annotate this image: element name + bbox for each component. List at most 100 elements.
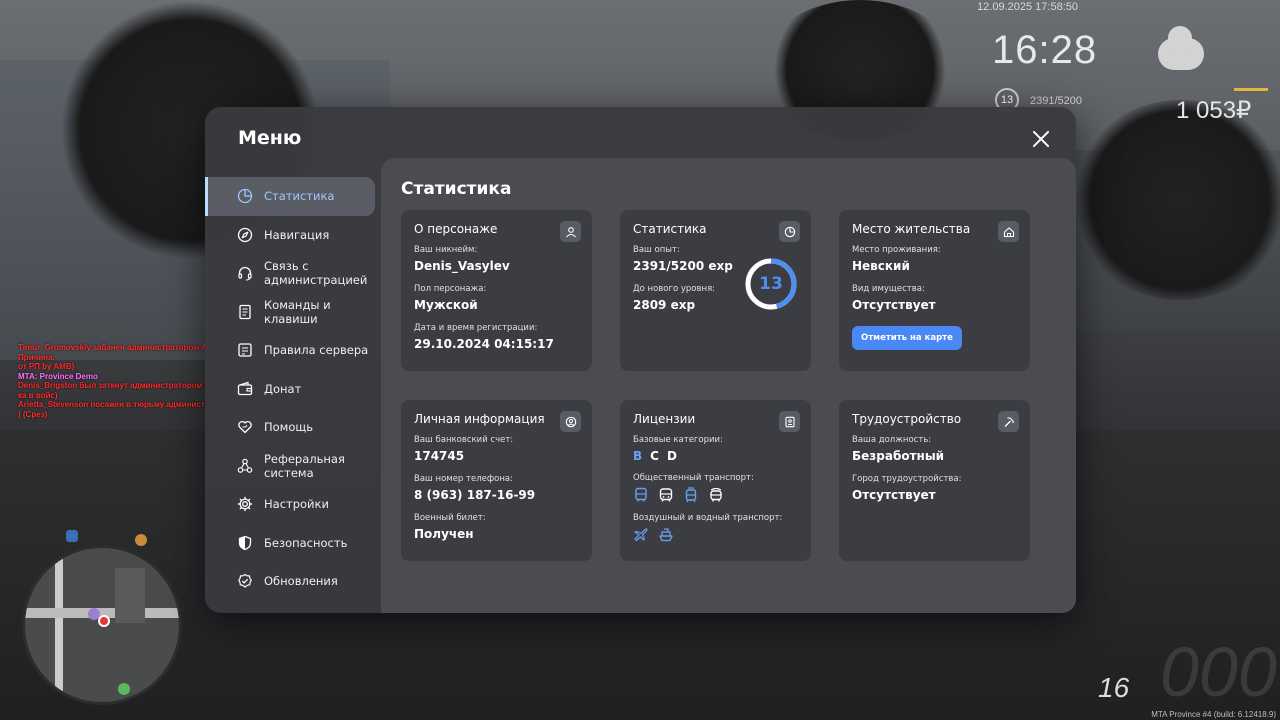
field-label: Военный билет: — [414, 513, 486, 523]
content-panel: Статистика О персонаже Ваш никнейм: Denis… — [381, 158, 1076, 613]
field-value: Отсутствует — [852, 298, 936, 312]
shield-icon — [237, 535, 253, 551]
sidebar-item[interactable]: Донат — [205, 370, 381, 409]
sidebar-item-label: Помощь — [264, 420, 314, 435]
id-card-icon — [779, 411, 800, 432]
card-title: Место жительства — [852, 222, 971, 236]
character-fields: Ваш никнейм: Denis_Vasylev Пол персонажа: М… — [414, 245, 579, 351]
employment-fields: Ваша должность: Безработный Город трудоуст… — [852, 435, 1017, 502]
field-label: Дата и время регистрации: — [414, 323, 538, 333]
license-category: B — [633, 449, 643, 463]
speedometer: 000 — [1160, 633, 1277, 711]
card-personal: Личная информация Ваш банковский счет: 17… — [401, 400, 592, 561]
rules-icon — [237, 342, 253, 358]
sidebar-item[interactable]: Связь с администрацией — [205, 254, 381, 293]
sidebar: Статистика Навигация Связь с администрацие… — [205, 177, 381, 601]
license-categories: BCD — [633, 449, 798, 463]
minimap-block — [115, 568, 145, 623]
hud-datetime: 12.09.2025 17:58:50 — [977, 1, 1078, 13]
poi-icon — [135, 534, 147, 546]
level-number: 13 — [759, 274, 783, 294]
field-value: 174745 — [414, 449, 465, 463]
sidebar-item[interactable]: Статистика — [205, 177, 375, 216]
hud-money: 1 053₽ — [1176, 97, 1252, 124]
license-category: D — [666, 449, 677, 463]
sidebar-item-label: Навигация — [264, 227, 330, 242]
card-title: Статистика — [633, 222, 707, 236]
bus-front-icon — [658, 487, 674, 503]
money-bar — [1234, 88, 1268, 91]
personal-fields: Ваш банковский счет: 174745 Ваш номер теле… — [414, 435, 579, 541]
public-transport-icons — [633, 487, 798, 503]
hud-clock: 16:28 — [992, 28, 1098, 72]
sidebar-item[interactable]: Безопасность — [205, 524, 381, 563]
field-value: Отсутствует — [852, 488, 936, 502]
sidebar-item[interactable]: Правила сервера — [205, 331, 381, 370]
bus-stop-icon — [66, 530, 78, 542]
sidebar-item-label: Донат — [264, 381, 302, 396]
heart-hand-icon — [237, 419, 253, 435]
hud-exp: 2391/5200 — [1030, 95, 1082, 107]
minimap-poi-icon — [118, 683, 130, 695]
document-icon — [237, 304, 253, 320]
close-icon[interactable] — [1029, 127, 1053, 151]
sidebar-item[interactable]: Навигация — [205, 216, 381, 255]
field-value: Получен — [414, 527, 474, 541]
field-label: Ваш опыт: — [633, 245, 680, 255]
field-value: Невский — [852, 259, 910, 273]
field-label: Вид имущества: — [852, 284, 925, 294]
sidebar-item[interactable]: Команды и клавиши — [205, 293, 381, 332]
field-label: Ваш банковский счет: — [414, 435, 514, 445]
sidebar-item-label: Безопасность — [264, 535, 348, 550]
card-residence: Место жительства Место проживания: Невски… — [839, 210, 1030, 371]
sidebar-item-label: Настройки — [264, 497, 329, 512]
field-value: Безработный — [852, 449, 945, 463]
sidebar-item-label: Связь с администрацией — [264, 259, 368, 288]
tree — [1070, 100, 1280, 300]
sidebar-item[interactable]: Настройки — [205, 485, 381, 524]
face-icon — [560, 411, 581, 432]
field-value: Мужской — [414, 298, 478, 312]
hud-fuel: 16 — [1098, 672, 1130, 703]
ship-icon — [658, 527, 674, 543]
plane-icon — [633, 527, 649, 543]
sidebar-item[interactable]: Помощь — [205, 408, 381, 447]
pickaxe-icon — [998, 411, 1019, 432]
field-label: Ваш никнейм: — [414, 245, 478, 255]
cloud-icon — [1158, 26, 1204, 70]
sidebar-item[interactable]: Обновления — [205, 562, 381, 601]
public-transport-label: Общественный транспорт: — [633, 473, 754, 483]
sidebar-item[interactable]: Реферальная система — [205, 447, 381, 486]
base-categories-label: Базовые категории: — [633, 435, 723, 445]
card-employment: Трудоустройство Ваша должность: Безработн… — [839, 400, 1030, 561]
trolleybus-icon — [708, 487, 724, 503]
menu-window: Меню Статистика Навигация Связь с админист… — [205, 107, 1076, 613]
license-category: C — [650, 449, 659, 463]
sidebar-item-label: Статистика — [264, 189, 335, 204]
badge-check-icon — [237, 573, 253, 589]
user-icon — [560, 221, 581, 242]
sidebar-item-label: Реферальная система — [264, 451, 345, 480]
tram-icon — [683, 487, 699, 503]
card-stats: Статистика Ваш опыт: 2391/5200 exp До ново… — [620, 210, 811, 371]
mark-on-map-button[interactable]: Отметить на карте — [852, 326, 962, 350]
minimap-poi-icon — [88, 608, 100, 620]
minimap — [22, 545, 182, 705]
player-marker-icon — [98, 615, 110, 627]
home-icon — [998, 221, 1019, 242]
card-title: Трудоустройство — [852, 412, 962, 426]
air-water-transport-label: Воздушный и водный транспорт: — [633, 513, 783, 523]
field-value: 8 (963) 187-16-99 — [414, 488, 536, 502]
gear-icon — [237, 496, 253, 512]
sidebar-item-label: Правила сервера — [264, 343, 369, 358]
card-title: Личная информация — [414, 412, 545, 426]
card-title: Лицензии — [633, 412, 696, 426]
field-label: Место проживания: — [852, 245, 941, 255]
air-water-transport-icons — [633, 527, 798, 543]
field-label: Город трудоустройства: — [852, 474, 962, 484]
compass-icon — [237, 227, 253, 243]
pie-chart-icon — [779, 221, 800, 242]
level-progress-ring: 13 — [743, 256, 799, 312]
field-label: Ваш номер телефона: — [414, 474, 513, 484]
card-character: О персонаже Ваш никнейм: Denis_Vasylev Пол… — [401, 210, 592, 371]
